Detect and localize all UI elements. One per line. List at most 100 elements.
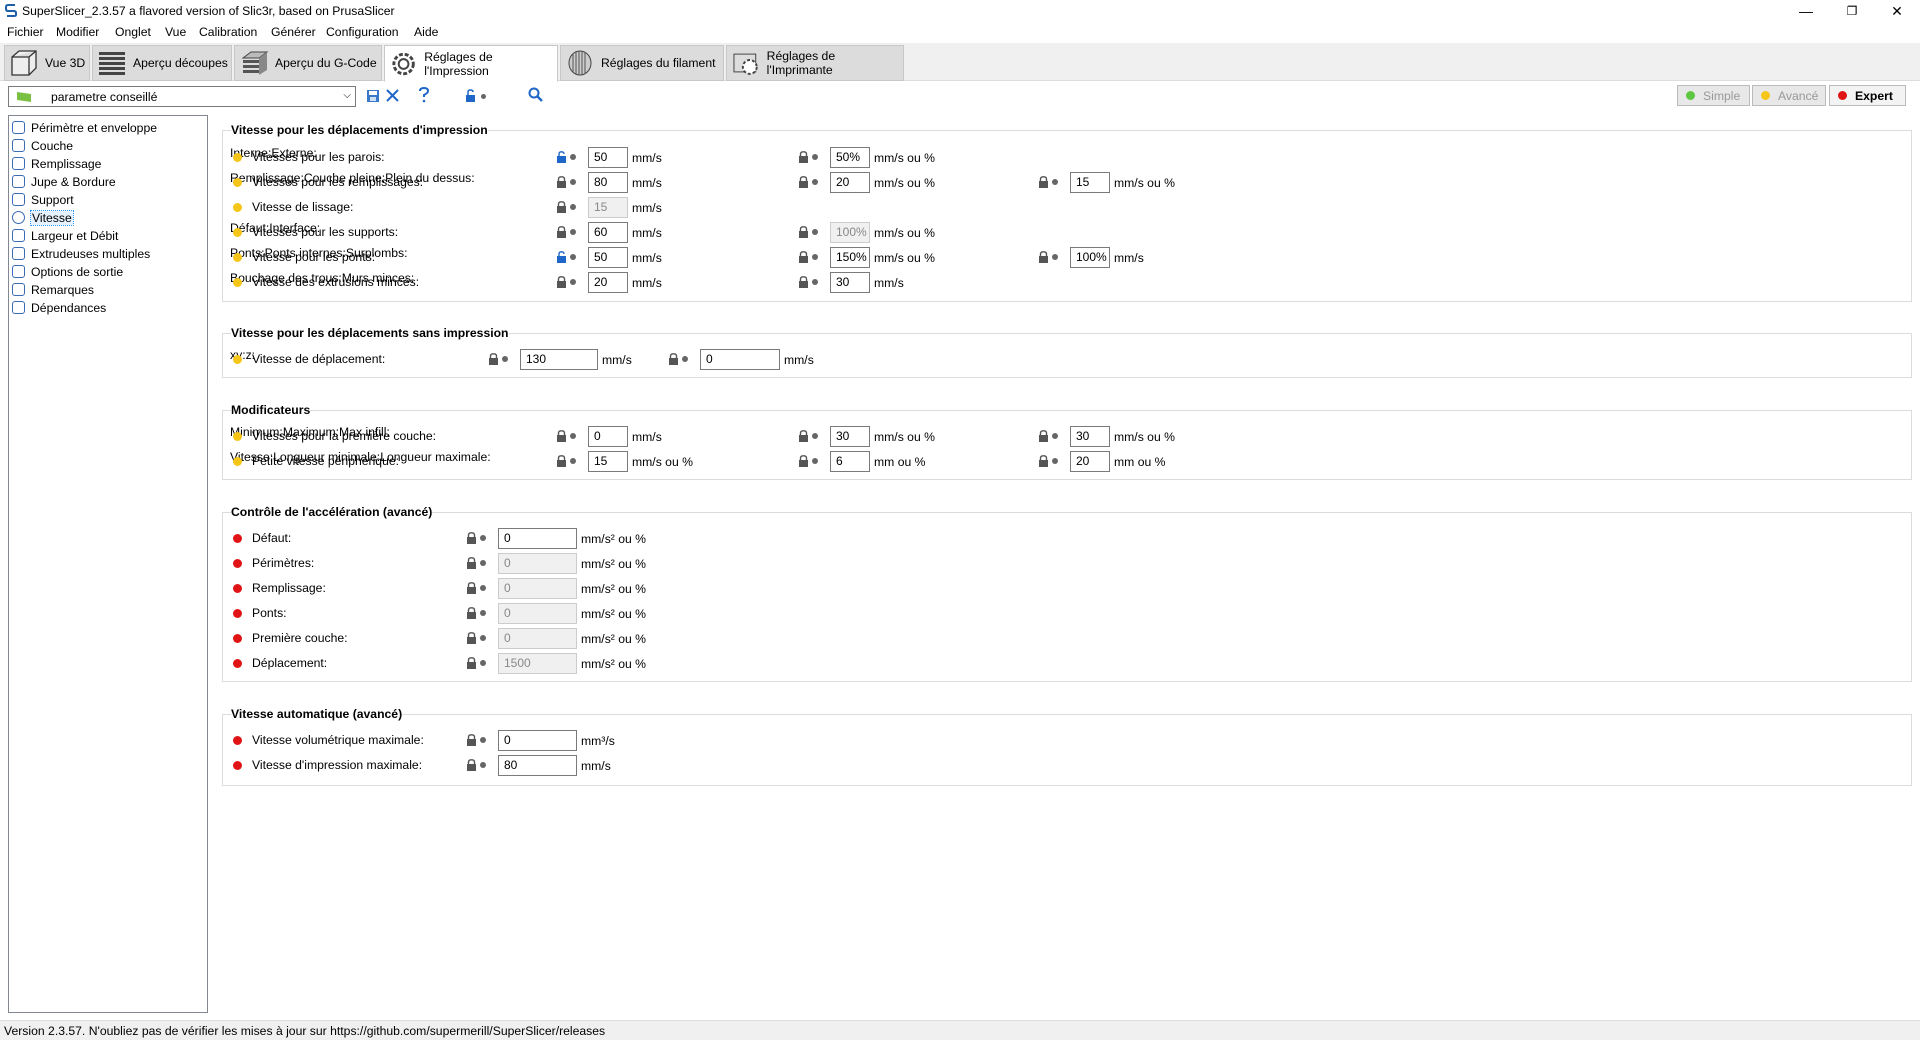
system-value-dot-icon (480, 635, 486, 641)
tab-reglages-impression[interactable]: Réglages de l'Impression (384, 45, 558, 82)
delete-icon[interactable] (385, 88, 400, 103)
value-input[interactable]: 20 (588, 272, 628, 293)
mode-advanced-button[interactable]: Avancé (1752, 85, 1826, 106)
save-icon[interactable] (366, 89, 380, 103)
lock-icon[interactable] (466, 607, 477, 619)
unlock-icon[interactable] (556, 251, 567, 263)
value-input[interactable]: 15 (588, 197, 628, 218)
lock-icon[interactable] (798, 251, 809, 263)
lock-icon[interactable] (1038, 430, 1049, 442)
unlock-icon[interactable] (465, 89, 476, 102)
lock-icon[interactable] (798, 226, 809, 238)
value-input[interactable]: 0 (498, 628, 577, 649)
sidebar-item-largeur-debit[interactable]: Largeur et Débit (12, 227, 118, 244)
lock-icon[interactable] (798, 455, 809, 467)
sidebar-item-dependances[interactable]: Dépendances (12, 299, 106, 316)
lock-icon[interactable] (556, 226, 567, 238)
lock-icon[interactable] (466, 557, 477, 569)
lock-icon[interactable] (668, 353, 679, 365)
lock-icon[interactable] (798, 430, 809, 442)
lock-icon[interactable] (798, 151, 809, 163)
value-input[interactable]: 130 (520, 349, 598, 370)
lock-icon[interactable] (556, 455, 567, 467)
sidebar-item-perimetre[interactable]: Périmètre et enveloppe (12, 119, 157, 136)
value-input[interactable]: 50 (588, 247, 628, 268)
value-input[interactable]: 6 (830, 451, 870, 472)
restore-button[interactable]: ❐ (1829, 0, 1875, 22)
lock-icon[interactable] (556, 201, 567, 213)
value-input[interactable]: 50 (588, 147, 628, 168)
value-input[interactable]: 100% (830, 222, 870, 243)
lock-icon[interactable] (556, 430, 567, 442)
lock-icon[interactable] (556, 276, 567, 288)
menu-configuration[interactable]: Configuration (326, 25, 399, 39)
sidebar-item-support[interactable]: Support (12, 191, 74, 208)
lock-icon[interactable] (466, 532, 477, 544)
lock-icon[interactable] (556, 176, 567, 188)
sidebar-item-extrudeuses[interactable]: Extrudeuses multiples (12, 245, 150, 262)
unit-label: mm ou % (1114, 455, 1166, 469)
value-input[interactable]: 80 (498, 755, 577, 776)
value-input[interactable]: 150% (830, 247, 870, 268)
lock-icon[interactable] (466, 632, 477, 644)
lock-icon[interactable] (798, 176, 809, 188)
gear-icon (392, 52, 415, 75)
lock-icon[interactable] (1038, 176, 1049, 188)
tab-vue-3d[interactable]: Vue 3D (4, 45, 90, 81)
value-input[interactable]: 0 (498, 553, 577, 574)
menu-vue[interactable]: Vue (165, 25, 186, 39)
lock-icon[interactable] (1038, 251, 1049, 263)
menu-fichier[interactable]: Fichier (7, 25, 44, 39)
system-value-dot-icon (1052, 433, 1058, 439)
menu-generer[interactable]: Générer (271, 25, 316, 39)
value-input[interactable]: 0 (498, 528, 577, 549)
mode-simple-button[interactable]: Simple (1677, 85, 1750, 106)
value-input[interactable]: 100% (1070, 247, 1110, 268)
close-button[interactable]: ✕ (1874, 0, 1920, 22)
lock-icon[interactable] (1038, 455, 1049, 467)
lock-icon[interactable] (466, 759, 477, 771)
value-input[interactable]: 0 (498, 603, 577, 624)
sidebar-item-remarques[interactable]: Remarques (12, 281, 94, 298)
menu-calibration[interactable]: Calibration (199, 25, 257, 39)
sidebar-item-jupe-bordure[interactable]: Jupe & Bordure (12, 173, 116, 190)
tab-reglages-filament[interactable]: Réglages du filament (560, 45, 724, 81)
search-icon[interactable] (528, 87, 544, 103)
mode-expert-button[interactable]: Expert (1829, 85, 1906, 106)
value-input[interactable]: 20 (830, 172, 870, 193)
value-input[interactable]: 80 (588, 172, 628, 193)
value-input[interactable]: 20 (1070, 451, 1110, 472)
value-input[interactable]: 30 (830, 272, 870, 293)
value-input[interactable]: 1500 (498, 653, 577, 674)
menu-onglet[interactable]: Onglet (115, 25, 151, 39)
lock-icon[interactable] (466, 657, 477, 669)
question-icon[interactable] (418, 87, 430, 103)
value-input[interactable]: 50% (830, 147, 870, 168)
filament-spool-icon (568, 50, 592, 76)
lock-icon[interactable] (466, 582, 477, 594)
sidebar-item-remplissage[interactable]: Remplissage (12, 155, 101, 172)
value-input[interactable]: 15 (588, 451, 628, 472)
sidebar-item-options-sortie[interactable]: Options de sortie (12, 263, 123, 280)
preset-select[interactable]: parametre conseillé ⌵ (8, 86, 356, 107)
sidebar-item-vitesse[interactable]: Vitesse (12, 209, 74, 226)
value-input[interactable]: 0 (700, 349, 780, 370)
sidebar-item-couche[interactable]: Couche (12, 137, 73, 154)
tab-apercu-gcode[interactable]: Aperçu du G-Code (234, 45, 382, 81)
value-input[interactable]: 60 (588, 222, 628, 243)
lock-icon[interactable] (488, 353, 499, 365)
unlock-icon[interactable] (556, 151, 567, 163)
value-input[interactable]: 15 (1070, 172, 1110, 193)
value-input[interactable]: 30 (1070, 426, 1110, 447)
value-input[interactable]: 30 (830, 426, 870, 447)
tab-apercu-decoupes[interactable]: Aperçu découpes (92, 45, 232, 81)
value-input[interactable]: 0 (588, 426, 628, 447)
minimize-button[interactable]: — (1783, 0, 1829, 22)
value-input[interactable]: 0 (498, 730, 577, 751)
menu-aide[interactable]: Aide (414, 25, 438, 39)
lock-icon[interactable] (798, 276, 809, 288)
menu-modifier[interactable]: Modifier (56, 25, 99, 39)
tab-reglages-imprimante[interactable]: Réglages de l'Imprimante (726, 45, 904, 81)
value-input[interactable]: 0 (498, 578, 577, 599)
lock-icon[interactable] (466, 734, 477, 746)
